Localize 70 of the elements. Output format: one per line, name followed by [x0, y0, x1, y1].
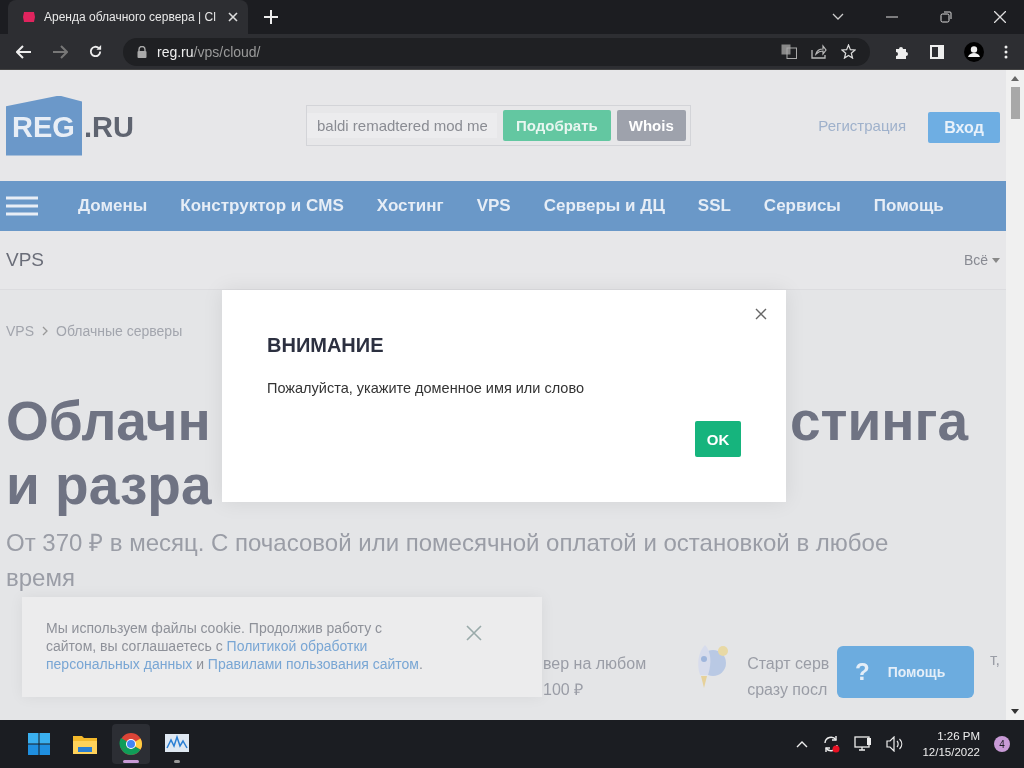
chevron-right-icon: [42, 326, 48, 336]
terms-link[interactable]: Правилами пользования сайтом: [207, 656, 419, 672]
back-icon[interactable]: [16, 44, 32, 59]
scrollbar[interactable]: [1006, 70, 1024, 720]
nav-item[interactable]: Домены: [78, 196, 148, 216]
nav-item[interactable]: Сервисы: [763, 196, 841, 216]
cookie-notice: Мы используем файлы cookie. Продолжив работу с сайтом, вы соглашаетесь с Политикой обработки персональных данных и Правилами пользования сайтом.: [46, 619, 424, 674]
privacy-link[interactable]: персональных данных: [46, 656, 193, 672]
volume-icon[interactable]: [886, 736, 905, 752]
star-icon[interactable]: [841, 44, 856, 59]
translate-icon[interactable]: [781, 44, 797, 59]
start-icon[interactable]: [28, 733, 50, 755]
browser-tab[interactable]: Аренда облачного сервера | Cl: [8, 0, 248, 34]
page-heading: Облачн: [6, 393, 211, 449]
favicon-icon: [22, 11, 36, 23]
address-bar[interactable]: reg.ru/vps/cloud/: [123, 37, 870, 66]
close-icon[interactable]: [755, 308, 767, 320]
pick-button[interactable]: Подобрать: [502, 110, 611, 141]
profile-icon[interactable]: [964, 41, 984, 62]
scroll-thumb[interactable]: [1010, 87, 1020, 119]
help-button[interactable]: ? Помощь: [837, 646, 974, 698]
dialog-title: ВНИМАНИЕ: [267, 334, 385, 357]
taskbar-app[interactable]: [112, 724, 150, 764]
scroll-down-icon[interactable]: [1011, 709, 1019, 714]
sync-icon[interactable]: [822, 735, 841, 753]
feature-text: 100 ₽: [543, 680, 585, 700]
side-panel-icon[interactable]: [930, 44, 944, 59]
ok-button[interactable]: OK: [695, 421, 741, 457]
section-title: VPS: [6, 249, 46, 271]
feature-text: сразу посл: [747, 680, 829, 700]
chevron-up-icon[interactable]: [796, 740, 809, 748]
reload-icon[interactable]: [88, 44, 103, 59]
nav-item[interactable]: VPS: [476, 196, 511, 216]
nav-item[interactable]: Серверы и ДЦ: [543, 196, 665, 216]
tab-title: Аренда облачного сервера | Cl: [44, 10, 217, 24]
menu-icon[interactable]: [1004, 44, 1008, 59]
caret-icon: [992, 257, 1000, 263]
register-link[interactable]: Регистрация: [818, 117, 906, 134]
subtitle: От 370 ₽ в месяц. С почасовой или помесячной оплатой и остановкой в любое время: [6, 528, 890, 593]
nav-item[interactable]: Хостинг: [376, 196, 444, 216]
feature-text: т,: [990, 651, 1000, 669]
clock[interactable]: 1:26 PM 12/15/2022: [922, 728, 980, 760]
filter-dropdown[interactable]: Всё: [963, 252, 1000, 268]
chart-window-icon[interactable]: [165, 734, 189, 754]
folder-icon[interactable]: [73, 734, 97, 754]
feature-text: Старт серв: [747, 654, 830, 674]
page-heading: стинга: [789, 393, 968, 449]
nav-item[interactable]: SSL: [697, 196, 731, 216]
whois-button[interactable]: Whois: [616, 110, 686, 141]
chevron-down-icon[interactable]: [832, 13, 844, 21]
browser-icon[interactable]: [119, 732, 143, 756]
lock-icon: [137, 45, 147, 58]
login-button[interactable]: Вход: [928, 112, 1000, 143]
network-icon[interactable]: [854, 736, 873, 752]
nav-item[interactable]: Конструктор и CMS: [180, 196, 344, 216]
dialog-message: Пожалуйста, укажите доменное имя или слово: [267, 380, 585, 396]
notification-badge[interactable]: 4: [994, 736, 1010, 752]
plus-icon[interactable]: [264, 10, 278, 24]
scroll-up-icon[interactable]: [1011, 76, 1019, 81]
search-field[interactable]: baldi remadtered mod me: [306, 113, 497, 138]
privacy-link[interactable]: Политикой обработки: [226, 638, 368, 654]
breadcrumb-link[interactable]: Облачные серверы: [56, 323, 183, 339]
forward-icon[interactable]: [52, 44, 68, 59]
restore-icon[interactable]: [940, 11, 952, 23]
share-icon[interactable]: [811, 44, 827, 59]
running-indicator: [123, 760, 139, 763]
nav-item[interactable]: Помощь: [873, 196, 944, 216]
running-indicator: [174, 760, 180, 763]
breadcrumb-link[interactable]: VPS: [6, 323, 34, 339]
feature-text: вер на любом: [543, 654, 647, 674]
